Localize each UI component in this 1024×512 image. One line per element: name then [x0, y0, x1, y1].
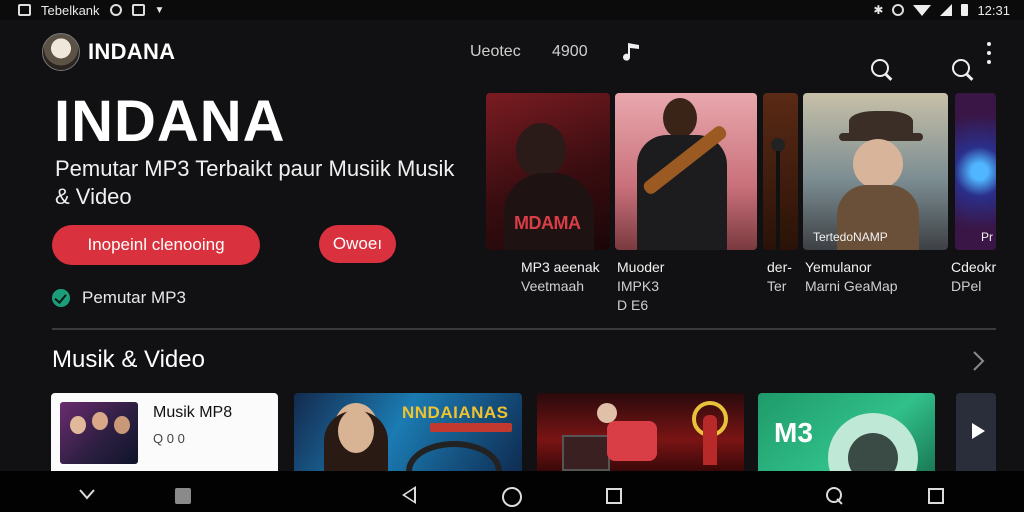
- carousel-card-label: Pr: [981, 230, 993, 244]
- wifi-icon: [913, 4, 932, 16]
- feature-check-label: Pemutar MP3: [82, 288, 186, 307]
- media-tile-3[interactable]: [537, 393, 744, 471]
- bluetooth-icon: ✱: [873, 3, 884, 17]
- carousel-card-2[interactable]: [615, 93, 757, 250]
- back-icon[interactable]: [402, 486, 416, 504]
- square-icon[interactable]: [928, 488, 944, 504]
- tile-title: M3: [774, 417, 813, 448]
- chevron-down-icon: ▼: [154, 4, 165, 16]
- tile-title: Musik MP8: [153, 404, 233, 421]
- more-icon[interactable]: [984, 42, 994, 64]
- shield-icon: [109, 4, 122, 16]
- carousel-card-label: MDAMA: [514, 213, 581, 233]
- secondary-cta-button[interactable]: Owoeı: [319, 225, 396, 263]
- brand-name: INDANA: [88, 39, 176, 64]
- carousel-card-3[interactable]: [763, 93, 798, 250]
- carousel-caption-3: der- Ter: [767, 259, 792, 294]
- chevron-down-icon[interactable]: [78, 487, 96, 501]
- hero-title: INDANA: [54, 89, 286, 154]
- carousel-card-5[interactable]: Pr: [955, 93, 996, 250]
- search-icon[interactable]: [870, 58, 894, 82]
- window-icon: [131, 4, 145, 16]
- status-app-label: Tebelkank: [41, 2, 100, 18]
- recents-icon[interactable]: [606, 488, 622, 504]
- media-tile-4[interactable]: M3: [758, 393, 935, 471]
- carousel-card-1[interactable]: MDAMA: [486, 93, 610, 250]
- carousel-caption-4: Yemulanor Marni GeaMap: [805, 259, 898, 294]
- app-header: INDANA Ueotec 4900: [0, 22, 1024, 82]
- tile-artwork: [60, 402, 138, 464]
- tile-meta: Q 0 0: [153, 431, 185, 446]
- hero-subtitle: Pemutar MP3 Terbaikt paur Musiik Musik &…: [55, 156, 455, 209]
- music-note-icon[interactable]: [619, 40, 643, 64]
- carousel-caption-1: MP3 aeenak Veetmaah: [521, 259, 600, 294]
- status-bar: Tebelkank ▼ ✱ 12:31: [0, 0, 1024, 20]
- signal-icon: [940, 4, 953, 16]
- media-tile-2[interactable]: NNDAIANAS: [294, 393, 522, 471]
- status-time: 12:31: [977, 2, 1010, 18]
- carousel-card-label: TertedoNAMP: [813, 230, 888, 244]
- divider: [52, 328, 996, 330]
- play-icon[interactable]: [972, 423, 985, 439]
- media-tile-5[interactable]: [956, 393, 996, 471]
- carousel-card-4[interactable]: TertedoNAMP: [803, 93, 948, 250]
- carousel-caption-5: Cdeokr DPel: [951, 259, 997, 294]
- system-nav-bar: [0, 471, 1024, 512]
- header-link-1[interactable]: Ueotec: [470, 43, 521, 61]
- header-link-2[interactable]: 4900: [552, 43, 588, 61]
- alarm-icon: [892, 4, 905, 16]
- search-icon-2[interactable]: [951, 58, 975, 82]
- app-switch-icon[interactable]: [175, 488, 191, 504]
- search-icon[interactable]: [825, 486, 845, 506]
- media-tile-1[interactable]: Musik MP8 Q 0 0: [51, 393, 278, 471]
- tile-title: NNDAIANAS: [402, 403, 509, 422]
- feature-check-row: Pemutar MP3: [52, 288, 186, 308]
- battery-icon: [961, 4, 969, 16]
- primary-cta-button[interactable]: Inopeinl clenooing: [52, 225, 260, 265]
- chevron-right-icon[interactable]: [970, 350, 986, 372]
- calendar-icon: [18, 4, 31, 16]
- check-circle-icon: [52, 289, 70, 307]
- section-title: Musik & Video: [52, 346, 205, 373]
- app-logo[interactable]: [42, 33, 80, 71]
- tile-banner: [430, 423, 512, 432]
- carousel-caption-2: Muoder IMPK3 D E6: [617, 259, 665, 313]
- home-icon[interactable]: [502, 487, 522, 507]
